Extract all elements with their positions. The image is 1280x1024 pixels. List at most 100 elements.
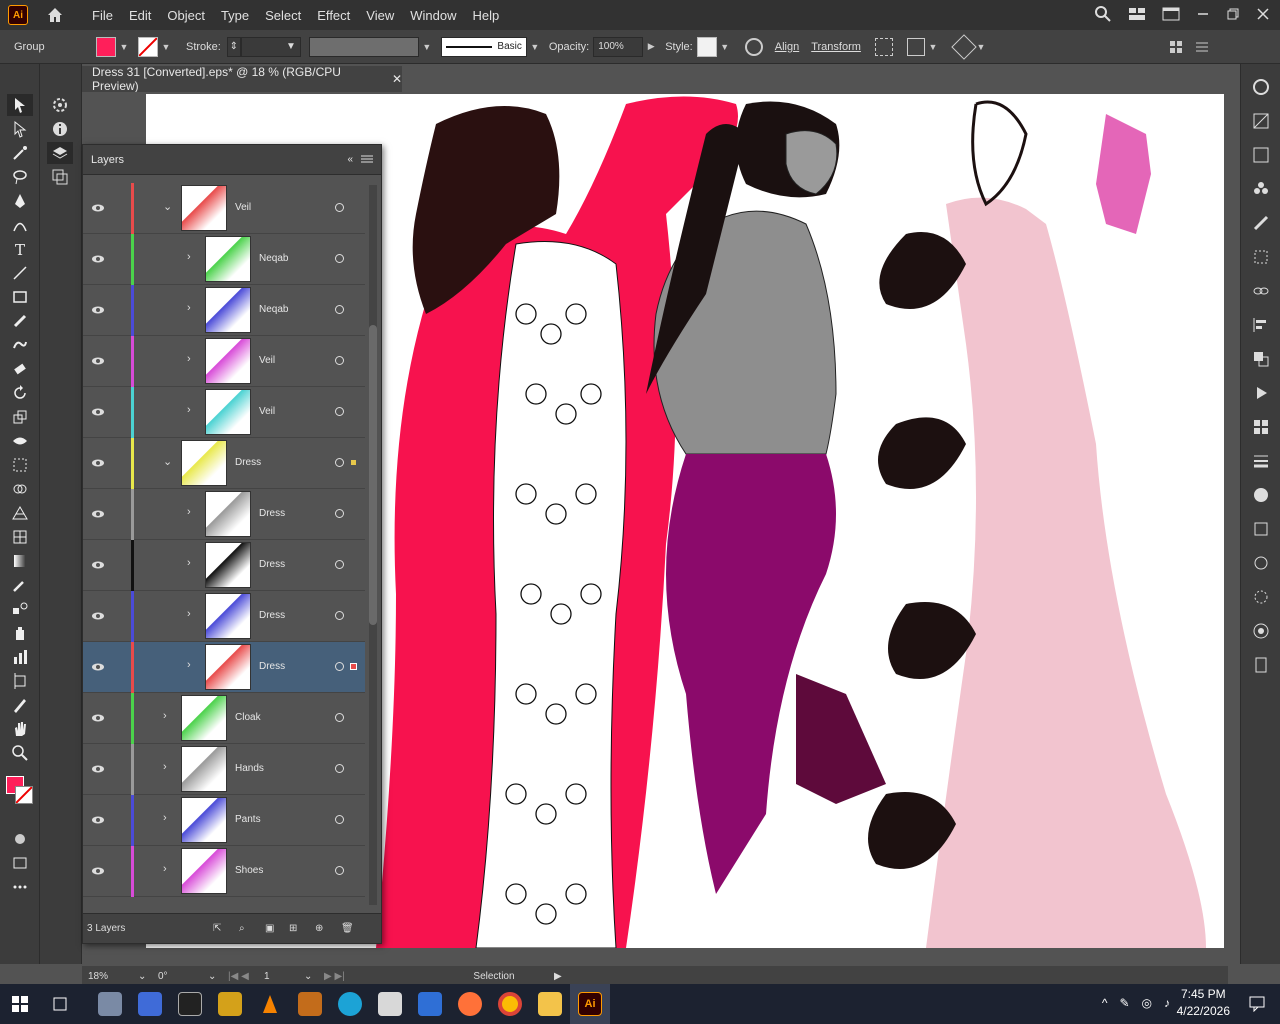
align-panel-icon[interactable]: [1250, 314, 1272, 336]
chevron-right-icon[interactable]: ›: [187, 506, 199, 520]
gradient-panel-icon[interactable]: [1250, 110, 1272, 132]
zoom-level[interactable]: 18%: [88, 971, 138, 982]
restore-icon[interactable]: [1226, 7, 1240, 24]
selection-tool-icon[interactable]: [7, 94, 33, 116]
artboard-number[interactable]: 1: [264, 971, 304, 982]
target-circle-icon[interactable]: [335, 407, 344, 416]
layers-scrollbar-thumb[interactable]: [369, 325, 377, 625]
target-circle-icon[interactable]: [335, 254, 344, 263]
layer-name[interactable]: Dress: [259, 610, 285, 621]
target-circle-icon[interactable]: [335, 764, 344, 773]
layer-row[interactable]: › Dress: [83, 591, 365, 642]
layer-row[interactable]: › Neqab: [83, 234, 365, 285]
transform-panel-icon[interactable]: [1250, 246, 1272, 268]
symbol-sprayer-tool-icon[interactable]: [7, 622, 33, 644]
close-tab-icon[interactable]: ✕: [392, 72, 402, 86]
layer-name[interactable]: Veil: [235, 202, 251, 213]
arrange-documents-icon[interactable]: [1128, 7, 1146, 24]
visibility-eye-icon[interactable]: [91, 609, 105, 623]
target-circle-icon[interactable]: [335, 305, 344, 314]
chevron-right-icon[interactable]: ›: [163, 863, 175, 877]
visibility-eye-icon[interactable]: [91, 711, 105, 725]
search-icon[interactable]: [1094, 5, 1112, 26]
menu-view[interactable]: View: [358, 8, 402, 23]
zoom-tool-icon[interactable]: [7, 742, 33, 764]
chevron-right-icon[interactable]: ›: [163, 761, 175, 775]
properties-gear-icon[interactable]: [47, 94, 73, 116]
notifications-icon[interactable]: [1248, 994, 1266, 1015]
symbols-panel-icon[interactable]: [1250, 178, 1272, 200]
eyedropper-tool-icon[interactable]: [7, 574, 33, 596]
brushes-panel-icon[interactable]: [1250, 212, 1272, 234]
taskbar-app-icon[interactable]: [90, 984, 130, 1024]
rectangle-tool-icon[interactable]: [7, 286, 33, 308]
graphic-styles-panel-icon[interactable]: [1250, 620, 1272, 642]
artboard-tool-icon[interactable]: [7, 670, 33, 692]
magic-wand-tool-icon[interactable]: [7, 142, 33, 164]
layers-panel-icon[interactable]: [47, 142, 73, 164]
style-dropdown-icon[interactable]: ▼: [717, 37, 733, 57]
rotation-value[interactable]: 0°: [158, 971, 208, 982]
brush-field[interactable]: Basic: [440, 36, 527, 57]
visibility-eye-icon[interactable]: [91, 813, 105, 827]
target-circle-icon[interactable]: [335, 866, 344, 875]
target-circle-icon[interactable]: [335, 815, 344, 824]
visibility-eye-icon[interactable]: [91, 558, 105, 572]
drawing-modes-icon[interactable]: [7, 828, 33, 850]
illustrator-taskbar-icon[interactable]: Ai: [570, 984, 610, 1024]
delete-layer-icon[interactable]: 🗑: [341, 923, 354, 934]
task-view-icon[interactable]: [40, 984, 80, 1024]
opacity-arrow-icon[interactable]: ▶: [643, 37, 659, 57]
layer-row[interactable]: › Dress: [83, 642, 365, 693]
layer-name[interactable]: Dress: [259, 661, 285, 672]
chevron-right-icon[interactable]: ›: [187, 353, 199, 367]
fill-dropdown-icon[interactable]: ▼: [116, 37, 132, 57]
isolate-icon[interactable]: [874, 37, 893, 56]
target-circle-icon[interactable]: [335, 611, 344, 620]
recolor-icon[interactable]: [744, 37, 763, 56]
visibility-eye-icon[interactable]: [91, 252, 105, 266]
layer-name[interactable]: Dress: [259, 559, 285, 570]
scale-tool-icon[interactable]: [7, 406, 33, 428]
target-circle-icon[interactable]: [335, 713, 344, 722]
taskbar-app-icon[interactable]: [170, 984, 210, 1024]
layer-name[interactable]: Shoes: [235, 865, 263, 876]
target-circle-icon[interactable]: [335, 560, 344, 569]
show-hidden-icons-icon[interactable]: ^: [1102, 996, 1108, 1010]
artboards-panel-icon[interactable]: [47, 166, 73, 188]
new-layer-icon[interactable]: ⊕: [315, 923, 323, 934]
swatches-panel-icon[interactable]: [1250, 144, 1272, 166]
layer-row[interactable]: › Shoes: [83, 846, 365, 897]
firefox-icon[interactable]: [450, 984, 490, 1024]
opacity-field[interactable]: 100%: [593, 36, 644, 57]
visibility-eye-icon[interactable]: [91, 762, 105, 776]
layer-row[interactable]: › Cloak: [83, 693, 365, 744]
layer-name[interactable]: Dress: [235, 457, 261, 468]
new-sublayer-icon[interactable]: ⊞: [289, 923, 297, 934]
artboard-next-icon[interactable]: ▶ ▶|: [324, 971, 364, 982]
target-circle-icon[interactable]: [335, 458, 344, 467]
document-tab[interactable]: Dress 31 [Converted].eps* @ 18 % (RGB/CP…: [82, 65, 402, 93]
brush-dropdown-icon[interactable]: ▼: [527, 37, 543, 57]
visibility-eye-icon[interactable]: [91, 303, 105, 317]
direct-selection-tool-icon[interactable]: [7, 118, 33, 140]
stroke-color-box[interactable]: [15, 786, 33, 804]
menu-object[interactable]: Object: [159, 8, 213, 23]
shape-builder-tool-icon[interactable]: [7, 478, 33, 500]
target-circle-icon[interactable]: [335, 662, 344, 671]
panel-menu-icon[interactable]: [1195, 40, 1209, 54]
visibility-eye-icon[interactable]: [91, 864, 105, 878]
visibility-eye-icon[interactable]: [91, 456, 105, 470]
column-graph-tool-icon[interactable]: [7, 646, 33, 668]
type-tool-icon[interactable]: T: [7, 238, 33, 260]
actions-panel-icon[interactable]: [1250, 382, 1272, 404]
taskbar-app-icon[interactable]: [210, 984, 250, 1024]
edit-toolbar-icon[interactable]: [7, 876, 33, 898]
taskbar-app-icon[interactable]: [290, 984, 330, 1024]
align-link[interactable]: Align: [775, 41, 799, 53]
layer-row[interactable]: › Pants: [83, 795, 365, 846]
libraries-panel-icon[interactable]: [1250, 416, 1272, 438]
arrange-icon[interactable]: [906, 37, 925, 56]
free-transform-tool-icon[interactable]: [7, 454, 33, 476]
width-tool-icon[interactable]: [7, 430, 33, 452]
